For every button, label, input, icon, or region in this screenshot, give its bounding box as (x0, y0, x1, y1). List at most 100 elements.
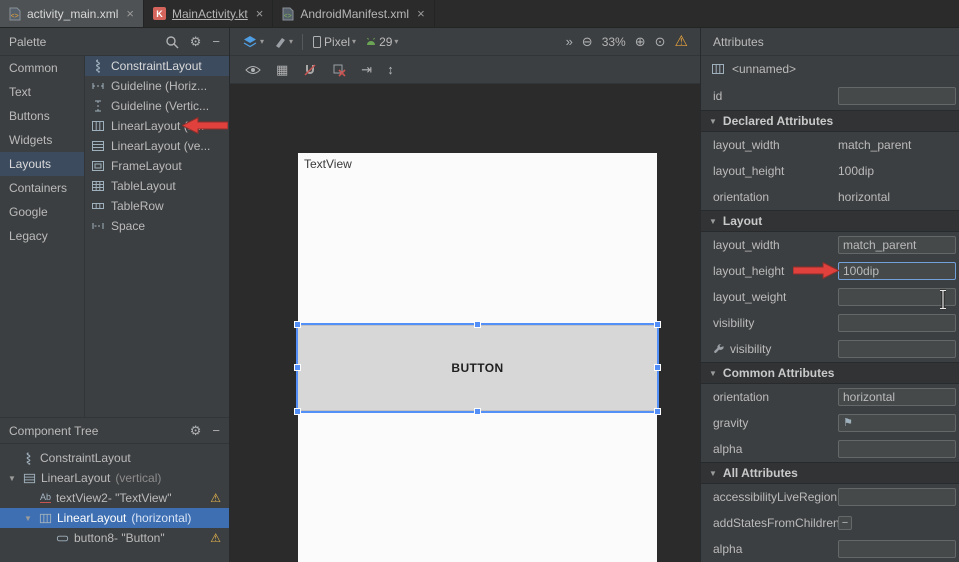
resize-handle[interactable] (654, 408, 661, 415)
attr-row: visibility (701, 336, 959, 362)
palette-item-tablelayout[interactable]: TableLayout (85, 176, 229, 196)
tab-mainactivity-kt[interactable]: K MainActivity.kt × (144, 0, 273, 27)
gear-icon[interactable]: ⚙ (190, 35, 202, 48)
palette-category-legacy[interactable]: Legacy (0, 224, 84, 248)
palette-category-layouts[interactable]: Layouts (0, 152, 84, 176)
design-canvas[interactable]: TextView BUTTON (230, 84, 700, 562)
palette-category-containers[interactable]: Containers (0, 176, 84, 200)
attr-value[interactable]: match_parent (838, 138, 956, 152)
autoconnect-off-icon[interactable] (303, 63, 317, 77)
surface-mode-icon[interactable]: ▾ (273, 35, 293, 49)
palette-item-space[interactable]: Space (85, 216, 229, 236)
palette-item-guideline-horizontal[interactable]: Guideline (Horiz... (85, 76, 229, 96)
attr-label: gravity (713, 416, 838, 430)
orientation-field[interactable] (838, 388, 956, 406)
id-field[interactable] (838, 87, 956, 105)
tree-item-button8[interactable]: button8- "Button" ⚠ (0, 528, 229, 548)
text-cursor (938, 289, 948, 310)
palette-item-framelayout[interactable]: FrameLayout (85, 156, 229, 176)
palette-item-constraintlayout[interactable]: ConstraintLayout (85, 56, 229, 76)
zoom-in-icon[interactable]: ⊕ (635, 35, 646, 48)
palette-category-buttons[interactable]: Buttons (0, 104, 84, 128)
gear-icon[interactable]: ⚙ (190, 424, 202, 437)
palette-category-common[interactable]: Common (0, 56, 84, 80)
constraintlayout-icon (91, 59, 105, 73)
close-icon[interactable]: × (256, 7, 264, 20)
minimize-icon[interactable]: − (212, 424, 220, 437)
tree-item-constraintlayout[interactable]: ConstraintLayout (0, 448, 229, 468)
device-screen[interactable]: TextView BUTTON (298, 153, 657, 562)
overflow-icon[interactable]: » (566, 35, 573, 48)
design-area: ▾ ▾ Pixel ▾ 29 ▾ » ⊖ 33% ⊕ ⊙ ⚠ ▦ (230, 28, 700, 562)
section-collapse-icon[interactable]: ▼ (709, 369, 717, 378)
attr-row: alpha (701, 436, 959, 462)
section-collapse-icon[interactable]: ▼ (709, 117, 717, 126)
svg-text:<>: <> (284, 13, 292, 20)
minimize-icon[interactable]: − (212, 35, 220, 48)
resize-handle[interactable] (474, 408, 481, 415)
attr-value[interactable]: 100dip (838, 164, 956, 178)
attributes-title: Attributes (713, 35, 764, 49)
palette-category-text[interactable]: Text (0, 80, 84, 104)
canvas-textview[interactable]: TextView (304, 157, 352, 171)
close-icon[interactable]: × (417, 7, 425, 20)
resize-handle[interactable] (474, 321, 481, 328)
api-level-selector[interactable]: 29 ▾ (365, 35, 398, 49)
tab-androidmanifest-xml[interactable]: <> AndroidManifest.xml × (273, 0, 434, 27)
zoom-to-fit-icon[interactable]: ⊙ (655, 35, 666, 48)
section-common-attributes[interactable]: ▼ Common Attributes (701, 362, 959, 384)
palette-category-google[interactable]: Google (0, 200, 84, 224)
chevron-down-icon[interactable]: ▼ (8, 474, 18, 483)
alpha-field[interactable] (838, 440, 956, 458)
search-icon[interactable] (165, 35, 179, 49)
accessibility-live-region-field[interactable] (838, 488, 956, 506)
resize-handle[interactable] (654, 364, 661, 371)
resize-handle[interactable] (654, 321, 661, 328)
blueprint-icon[interactable]: ▦ (276, 63, 288, 76)
attr-row: layout_width match_parent (701, 132, 959, 158)
attr-value[interactable]: horizontal (838, 190, 956, 204)
alpha-all-field[interactable] (838, 540, 956, 558)
pack-icon[interactable]: ⇥ (361, 63, 372, 76)
tab-label: activity_main.xml (27, 7, 118, 21)
chevron-down-icon[interactable]: ▼ (24, 514, 34, 523)
resize-handle[interactable] (294, 321, 301, 328)
section-collapse-icon[interactable]: ▼ (709, 469, 717, 478)
clear-constraints-icon[interactable] (332, 63, 346, 77)
resize-handle[interactable] (294, 408, 301, 415)
palette-category-widgets[interactable]: Widgets (0, 128, 84, 152)
gravity-field[interactable]: ⚑ (838, 414, 956, 432)
section-layout[interactable]: ▼ Layout (701, 210, 959, 232)
section-all-attributes[interactable]: ▼ All Attributes (701, 462, 959, 484)
tab-activity-main-xml[interactable]: <> activity_main.xml × (0, 0, 144, 27)
palette-item-linearlayout-vertical[interactable]: LinearLayout (ve... (85, 136, 229, 156)
visibility-field[interactable] (838, 314, 956, 332)
tree-item-textview2[interactable]: Ab textView2- "TextView" ⚠ (0, 488, 229, 508)
expand-vertical-icon[interactable]: ↕ (387, 63, 394, 76)
linearlayout-horizontal-icon (711, 62, 725, 76)
attr-label: alpha (713, 542, 838, 556)
close-icon[interactable]: × (126, 7, 134, 20)
section-declared-attributes[interactable]: ▼ Declared Attributes (701, 110, 959, 132)
layout-height-field[interactable] (838, 262, 956, 280)
design-surface-icon[interactable]: ▾ (242, 35, 264, 49)
layout-width-field[interactable] (838, 236, 956, 254)
palette-item-tablerow[interactable]: TableRow (85, 196, 229, 216)
component-tree-header: Component Tree ⚙ − (0, 417, 229, 444)
view-options-icon[interactable] (245, 65, 261, 75)
attr-label: orientation (713, 390, 838, 404)
tree-item-linearlayout-vertical[interactable]: ▼ LinearLayout(vertical) (0, 468, 229, 488)
palette-header: Palette ⚙ − (0, 28, 229, 56)
zoom-out-icon[interactable]: ⊖ (582, 35, 593, 48)
warnings-icon[interactable]: ⚠ (675, 34, 688, 49)
section-collapse-icon[interactable]: ▼ (709, 217, 717, 226)
palette-item-guideline-vertical[interactable]: Guideline (Vertic... (85, 96, 229, 116)
tools-visibility-field[interactable] (838, 340, 956, 358)
checkbox-indeterminate-icon[interactable]: − (838, 516, 852, 530)
device-selector[interactable]: Pixel ▾ (312, 35, 356, 49)
resize-handle[interactable] (294, 364, 301, 371)
linearlayout-horizontal-icon (91, 119, 105, 133)
tree-item-linearlayout-horizontal[interactable]: ▼ LinearLayout(horizontal) (0, 508, 229, 528)
component-name: <unnamed> (732, 62, 796, 76)
surface-toolbar: ▦ ⇥ ↕ (230, 56, 700, 84)
